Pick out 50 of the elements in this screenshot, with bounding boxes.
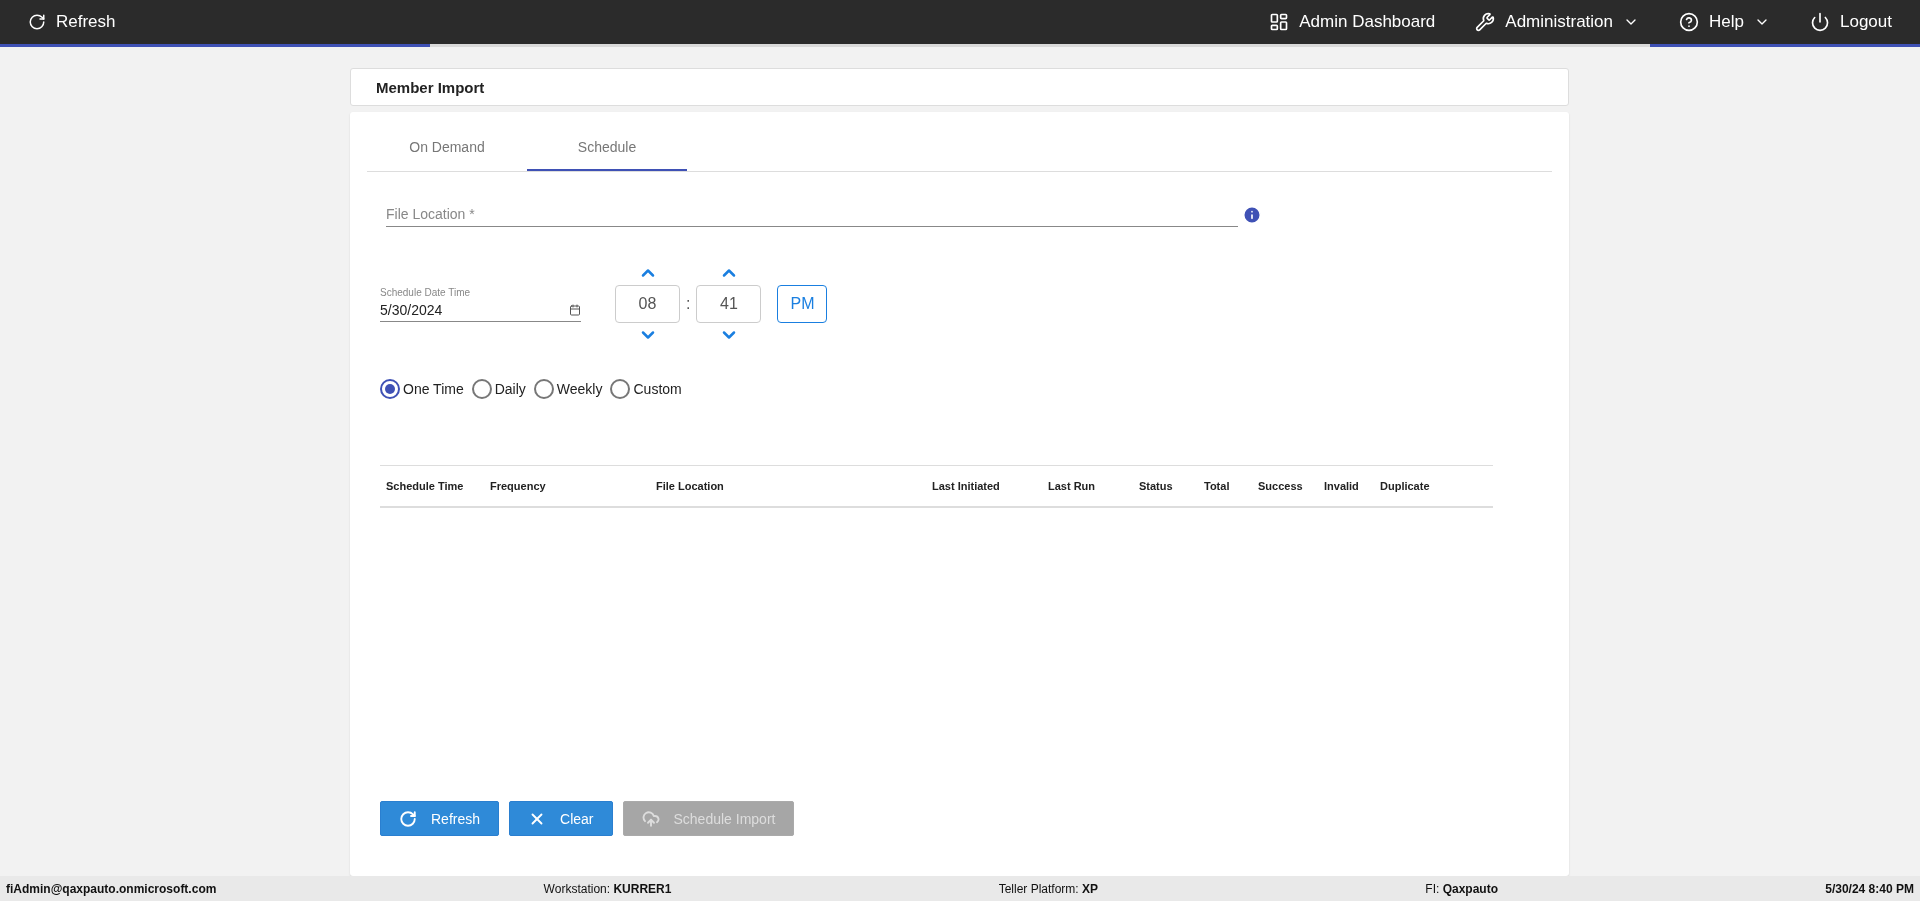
time-separator: : xyxy=(686,295,691,313)
radio-button[interactable] xyxy=(533,379,554,399)
help-icon xyxy=(1679,12,1700,32)
nav-menu[interactable]: Administration xyxy=(1475,12,1640,32)
user-email: fiAdmin@qaxpauto.onmicrosoft.com xyxy=(6,881,217,896)
column-header: Duplicate xyxy=(1379,480,1431,492)
tab[interactable]: Schedule xyxy=(527,124,687,171)
minute-field[interactable]: 41 xyxy=(696,285,762,323)
clear-button[interactable]: Clear xyxy=(509,801,613,836)
radio-button[interactable] xyxy=(610,379,631,399)
column-header: Frequency xyxy=(489,480,547,492)
date-field[interactable]: Schedule Date Time 5/30/2024 xyxy=(380,286,581,322)
status-value: Qaxpauto xyxy=(1442,881,1498,896)
refresh-icon xyxy=(399,809,417,828)
radio-button[interactable] xyxy=(380,379,400,399)
status-datetime: 5/30/24 8:40 PM xyxy=(1825,881,1914,896)
radio-label: Custom xyxy=(633,381,682,397)
radio-label: Weekly xyxy=(556,381,603,397)
nav-menu[interactable]: Help xyxy=(1679,12,1770,32)
tab[interactable]: On Demand xyxy=(367,124,527,171)
column-header: Last Initiated xyxy=(931,480,1001,492)
refresh-icon xyxy=(28,13,46,31)
nav-link[interactable]: Admin Dashboard xyxy=(1269,12,1436,32)
refresh-button[interactable]: Refresh xyxy=(380,801,500,836)
dashboard-icon xyxy=(1269,12,1290,32)
period-button[interactable]: PM xyxy=(777,285,828,323)
hour-field[interactable]: 08 xyxy=(615,285,680,323)
nav-link[interactable]: Logout xyxy=(1810,12,1892,32)
status-label: Teller Platform: xyxy=(998,881,1080,896)
column-header: Total xyxy=(1203,480,1231,492)
power-icon xyxy=(1810,12,1830,32)
info-icon[interactable] xyxy=(1242,204,1262,225)
status-value: KURRER1 xyxy=(613,881,672,896)
page-title: Member Import xyxy=(350,68,1569,106)
radio-label: One Time xyxy=(403,381,464,397)
wrench-icon xyxy=(1475,12,1496,32)
radio-label: Daily xyxy=(494,381,526,397)
status-label: FI: xyxy=(1425,881,1441,896)
radio-button[interactable] xyxy=(471,379,492,399)
status-label: Workstation: xyxy=(543,881,612,896)
status-value: XP xyxy=(1082,881,1099,896)
column-header: Last Run xyxy=(1047,480,1097,492)
calendar-icon[interactable] xyxy=(569,303,581,316)
column-header: Success xyxy=(1257,480,1304,492)
refresh-link[interactable]: Refresh xyxy=(28,12,116,32)
upload-icon xyxy=(641,809,660,828)
column-header: File Location xyxy=(655,480,725,492)
column-header: Status xyxy=(1138,480,1174,492)
column-header: Schedule Time xyxy=(385,480,465,492)
column-header: Invalid xyxy=(1323,480,1360,492)
